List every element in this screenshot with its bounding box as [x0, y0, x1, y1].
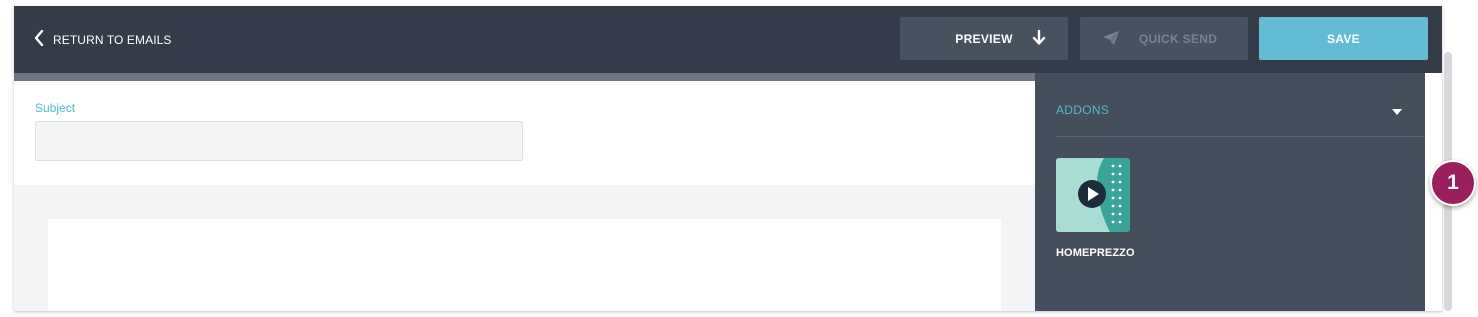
addons-sidebar: ADDONS HOMEPREZZO — [1035, 73, 1425, 311]
step-number-badge: 1 — [1430, 160, 1476, 206]
caret-down-icon[interactable] — [1391, 103, 1403, 121]
return-to-emails-link[interactable]: RETURN TO EMAILS — [34, 6, 172, 73]
preview-button[interactable]: PREVIEW — [900, 17, 1068, 60]
return-to-emails-label: RETURN TO EMAILS — [53, 32, 172, 47]
top-toolbar: RETURN TO EMAILS PREVIEW QUICK SEND SAVE — [14, 6, 1442, 73]
addon-homeprezzo-tile[interactable] — [1056, 158, 1130, 232]
save-label: SAVE — [1327, 31, 1360, 46]
email-body-canvas[interactable] — [48, 219, 1001, 311]
subject-panel: Subject — [14, 81, 1035, 185]
quick-send-label: QUICK SEND — [1138, 31, 1218, 46]
addon-homeprezzo-label: HOMEPREZZO — [1056, 247, 1135, 259]
paper-plane-icon — [1102, 30, 1120, 49]
addons-divider — [1056, 136, 1425, 137]
subject-input[interactable] — [35, 121, 523, 161]
arrow-down-icon — [1032, 29, 1046, 49]
addons-section-title[interactable]: ADDONS — [1056, 103, 1109, 117]
play-icon — [1056, 158, 1130, 232]
header-divider-stripe — [14, 73, 1035, 81]
email-editor-window: RETURN TO EMAILS PREVIEW QUICK SEND SAVE — [14, 6, 1442, 311]
quick-send-button[interactable]: QUICK SEND — [1080, 17, 1248, 60]
chevron-left-icon — [34, 29, 44, 49]
save-button[interactable]: SAVE — [1259, 17, 1428, 60]
subject-label: Subject — [35, 101, 76, 115]
preview-label: PREVIEW — [955, 31, 1013, 46]
